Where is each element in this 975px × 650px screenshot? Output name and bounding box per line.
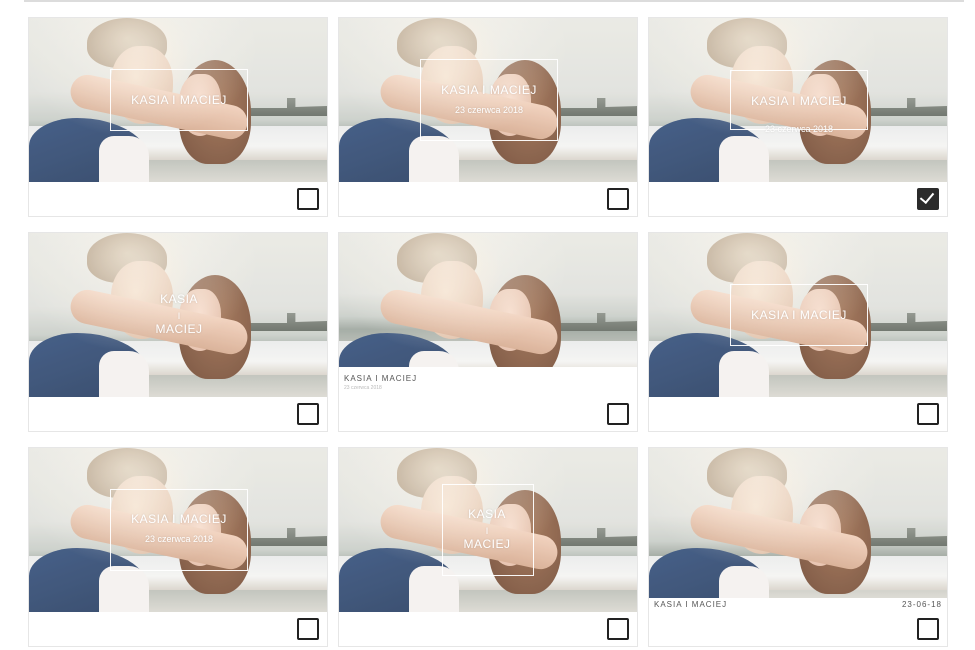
overlay-date: 23 czerwca 2018	[454, 105, 524, 115]
template-grid: KASIA I MACIEJ KASIA I MACIEJ 23 czerwca…	[28, 17, 948, 647]
checkmark-icon	[919, 188, 935, 205]
select-checkbox[interactable]	[917, 403, 939, 425]
template-card-6[interactable]: KASIA I MACIEJ	[648, 232, 948, 432]
overlay-name-second: MACIEJ	[463, 537, 511, 551]
overlay-name-first: KASIA	[160, 292, 198, 306]
top-divider	[24, 0, 964, 2]
overlay-name-second: MACIEJ	[155, 322, 203, 336]
card-photo: KASIA I MACIEJ	[29, 18, 327, 182]
caption-names: KASIA I MACIEJ	[344, 374, 418, 383]
overlay-frame	[420, 59, 558, 141]
card-photo	[649, 448, 947, 598]
caption-date: 23-06-18	[901, 600, 942, 609]
template-card-4[interactable]: KASIA I MACIEJ	[28, 232, 328, 432]
select-checkbox[interactable]	[297, 188, 319, 210]
template-card-9[interactable]: KASIA I MACIEJ 23-06-18	[648, 447, 948, 647]
template-card-1[interactable]: KASIA I MACIEJ	[28, 17, 328, 217]
template-card-2[interactable]: KASIA I MACIEJ 23 czerwca 2018	[338, 17, 638, 217]
select-checkbox[interactable]	[917, 188, 939, 210]
card-photo: KASIA I MACIEJ 23 czerwca 2018	[649, 18, 947, 182]
select-checkbox[interactable]	[297, 618, 319, 640]
card-photo	[339, 233, 637, 367]
overlay-name-first: KASIA	[468, 507, 506, 521]
select-checkbox[interactable]	[917, 618, 939, 640]
template-card-5[interactable]: KASIA I MACIEJ 23 czerwca 2018	[338, 232, 638, 432]
card-photo: KASIA I MACIEJ	[649, 233, 947, 397]
overlay-name-separator: I	[485, 526, 489, 536]
caption-names: KASIA I MACIEJ	[654, 600, 728, 609]
template-card-7[interactable]: KASIA I MACIEJ 23 czerwca 2018	[28, 447, 328, 647]
template-card-3[interactable]: KASIA I MACIEJ 23 czerwca 2018	[648, 17, 948, 217]
caption-date: 23 czerwca 2018	[344, 385, 382, 391]
overlay-date: 23 czerwca 2018	[144, 534, 214, 544]
overlay-names: KASIA I MACIEJ	[751, 308, 847, 322]
overlay-names: KASIA I MACIEJ	[441, 83, 537, 97]
overlay-names: KASIA I MACIEJ	[751, 94, 847, 108]
select-checkbox[interactable]	[607, 403, 629, 425]
overlay-date: 23 czerwca 2018	[764, 124, 834, 134]
overlay-name-separator: I	[177, 311, 181, 321]
select-checkbox[interactable]	[607, 618, 629, 640]
select-checkbox[interactable]	[297, 403, 319, 425]
overlay-names: KASIA I MACIEJ	[131, 512, 227, 526]
overlay-names: KASIA I MACIEJ	[131, 93, 227, 107]
card-photo: KASIA I MACIEJ 23 czerwca 2018	[339, 18, 637, 182]
card-photo: KASIA I MACIEJ 23 czerwca 2018	[29, 448, 327, 612]
select-checkbox[interactable]	[607, 188, 629, 210]
template-card-8[interactable]: KASIA I MACIEJ	[338, 447, 638, 647]
card-photo: KASIA I MACIEJ	[339, 448, 637, 612]
card-photo: KASIA I MACIEJ	[29, 233, 327, 397]
overlay-frame	[110, 489, 248, 571]
